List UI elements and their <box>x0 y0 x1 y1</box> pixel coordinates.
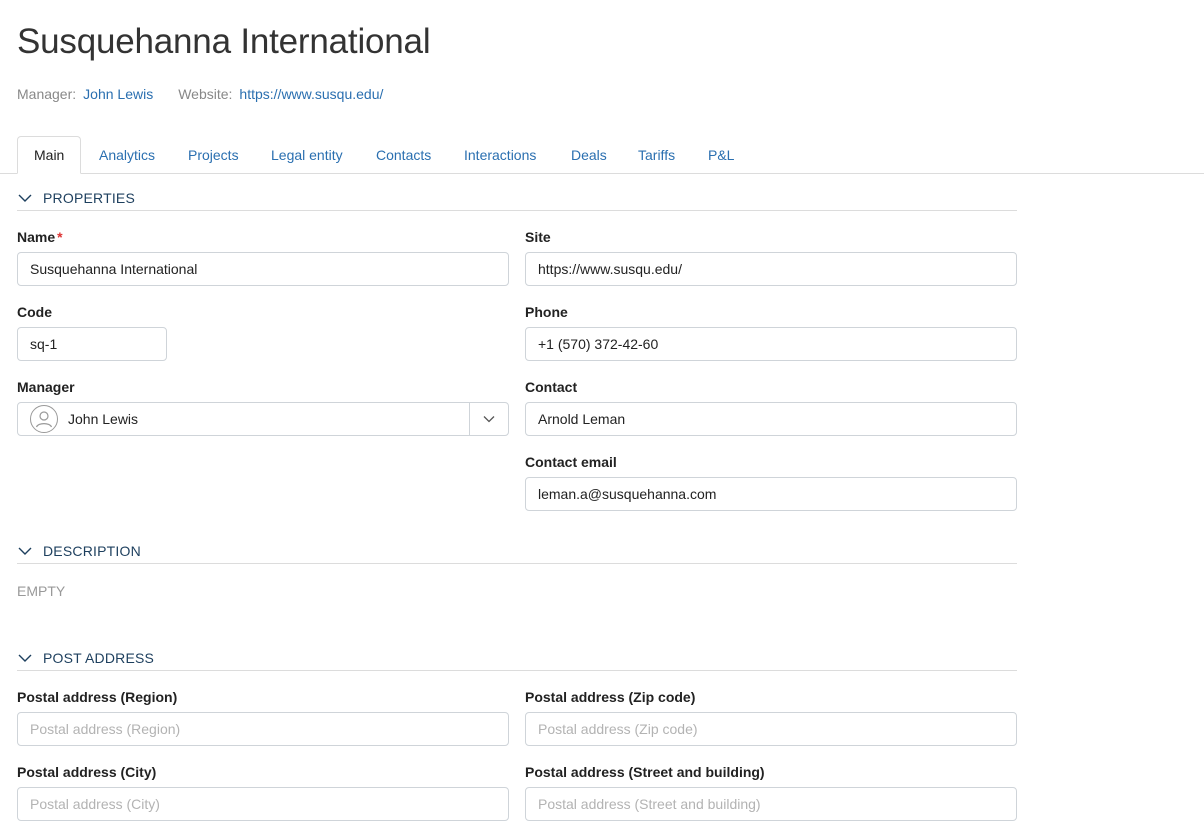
manager-meta-label: Manager: <box>17 86 77 102</box>
contact-label: Contact <box>525 379 578 395</box>
zip-input[interactable] <box>525 712 1017 746</box>
manager-select[interactable]: John Lewis <box>17 402 509 436</box>
post-address-section-header[interactable]: POST ADDRESS <box>17 646 1017 671</box>
city-label: Postal address (City) <box>17 764 157 780</box>
chevron-down-icon <box>18 654 32 662</box>
code-input[interactable] <box>17 327 167 361</box>
manager-label: Manager <box>17 379 75 395</box>
tab-contacts[interactable]: Contacts <box>376 136 431 174</box>
phone-label: Phone <box>525 304 568 320</box>
chevron-down-icon <box>18 547 32 555</box>
region-input[interactable] <box>17 712 509 746</box>
chevron-down-icon <box>18 194 32 202</box>
properties-section-title: PROPERTIES <box>43 190 135 206</box>
zip-label: Postal address (Zip code) <box>525 689 696 705</box>
name-input[interactable] <box>17 252 509 286</box>
required-marker: * <box>57 229 63 245</box>
phone-input[interactable] <box>525 327 1017 361</box>
chevron-down-icon <box>483 416 495 423</box>
code-label: Code <box>17 304 52 320</box>
tab-legal-entity[interactable]: Legal entity <box>271 136 343 174</box>
street-input[interactable] <box>525 787 1017 821</box>
avatar <box>30 405 58 433</box>
name-label-text: Name <box>17 229 56 245</box>
tab-interactions[interactable]: Interactions <box>464 136 536 174</box>
manager-link[interactable]: John Lewis <box>83 86 153 102</box>
page-title: Susquehanna International <box>17 22 431 61</box>
header-meta: Manager: John Lewis Website: https://www… <box>17 86 408 102</box>
tab-projects[interactable]: Projects <box>188 136 239 174</box>
description-section-header[interactable]: DESCRIPTION <box>17 539 1017 564</box>
tab-main[interactable]: Main <box>17 136 82 174</box>
description-section-title: DESCRIPTION <box>43 543 141 559</box>
website-meta-label: Website: <box>178 86 233 102</box>
description-empty-text: EMPTY <box>17 583 66 599</box>
user-icon <box>35 411 53 428</box>
contact-input[interactable] <box>525 402 1017 436</box>
contact-email-label: Contact email <box>525 454 617 470</box>
post-address-section-title: POST ADDRESS <box>43 650 155 666</box>
website-link[interactable]: https://www.susqu.edu/ <box>239 86 383 102</box>
tab-analytics[interactable]: Analytics <box>99 136 155 174</box>
city-input[interactable] <box>17 787 509 821</box>
manager-dropdown-button[interactable] <box>469 403 508 435</box>
contact-email-input[interactable] <box>525 477 1017 511</box>
tab-deals[interactable]: Deals <box>571 136 607 174</box>
site-label: Site <box>525 229 551 245</box>
tab-bar: Main Analytics Projects Legal entity Con… <box>0 136 1204 174</box>
street-label: Postal address (Street and building) <box>525 764 765 780</box>
manager-select-value: John Lewis <box>68 411 139 427</box>
tab-pl[interactable]: P&L <box>708 136 734 174</box>
region-label: Postal address (Region) <box>17 689 178 705</box>
name-label: Name * <box>17 229 63 245</box>
tab-tariffs[interactable]: Tariffs <box>638 136 675 174</box>
site-input[interactable] <box>525 252 1017 286</box>
properties-section-header[interactable]: PROPERTIES <box>17 186 1017 211</box>
